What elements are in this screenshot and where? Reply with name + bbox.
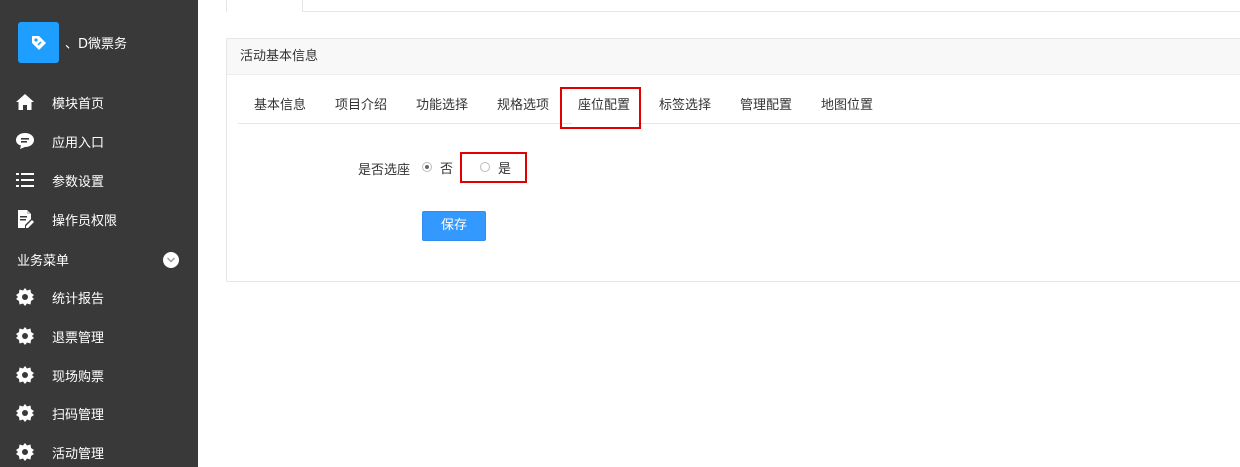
gear-icon [14,364,36,386]
sidebar-item-app-entry[interactable]: 应用入口 [0,125,198,157]
radio-no[interactable] [422,162,432,172]
list-icon [14,169,36,191]
sidebar-item-label: 现场购票 [52,369,105,385]
gear-icon [14,286,36,308]
save-button[interactable]: 保存 [422,211,486,241]
chevron-down-icon[interactable] [163,252,179,268]
sidebar-item-label: 操作员权限 [52,213,118,229]
chat-bubble-icon [14,130,36,152]
panel-tabs: 基本信息 项目介绍 功能选择 规格选项 座位配置 标签选择 管理配置 地图位置 [238,88,1240,125]
tab-management-config[interactable]: 管理配置 [740,88,792,124]
home-icon [14,91,36,113]
highlight-box-radio [460,152,527,183]
sidebar-item-refunds[interactable]: 退票管理 [0,320,198,352]
tab-tag-selection[interactable]: 标签选择 [659,88,711,124]
tab-basic-info[interactable]: 基本信息 [254,88,306,124]
top-tab[interactable] [226,0,303,12]
sidebar-item-label: 统计报告 [52,291,105,307]
panel-title: 活动基本信息 [227,39,1240,75]
sidebar-item-label: 活动管理 [52,446,105,462]
sidebar-item-settings[interactable]: 参数设置 [0,164,198,196]
brand-title: 、D微票务 [65,37,128,52]
sidebar-item-scan-management[interactable]: 扫码管理 [0,397,198,429]
sidebar-item-label: 参数设置 [52,174,105,190]
business-menu-label[interactable]: 业务菜单 [17,250,69,269]
radio-no-label[interactable]: 否 [440,158,453,177]
sidebar-item-activity-management[interactable]: 活动管理 [0,436,198,467]
tab-feature-selection[interactable]: 功能选择 [416,88,468,124]
tab-spec-options[interactable]: 规格选项 [497,88,549,124]
sidebar-item-label: 扫码管理 [52,407,105,423]
gear-icon [14,325,36,347]
brand[interactable]: 、D微票务 [18,22,127,63]
edit-document-icon [14,208,36,230]
gear-icon [14,402,36,424]
sidebar-item-label: 模块首页 [52,96,105,112]
sidebar: 、D微票务 模块首页 应用入口 参数设置 操作员权限 业务菜单 统计报告 退票管… [0,0,198,467]
tab-project-intro[interactable]: 项目介绍 [335,88,387,124]
gear-icon [14,441,36,463]
sidebar-item-statistics[interactable]: 统计报告 [0,281,198,313]
sidebar-item-label: 退票管理 [52,330,105,346]
sidebar-item-label: 应用入口 [52,135,105,151]
highlight-box-tab [560,87,641,129]
sidebar-item-onsite-tickets[interactable]: 现场购票 [0,359,198,391]
sidebar-item-home[interactable]: 模块首页 [0,86,198,118]
top-tab-bar [226,0,1240,12]
seat-selection-label: 是否选座 [358,163,411,178]
tab-map-location[interactable]: 地图位置 [821,88,873,124]
sidebar-item-operator-permissions[interactable]: 操作员权限 [0,203,198,235]
ticket-tag-icon [18,22,59,63]
